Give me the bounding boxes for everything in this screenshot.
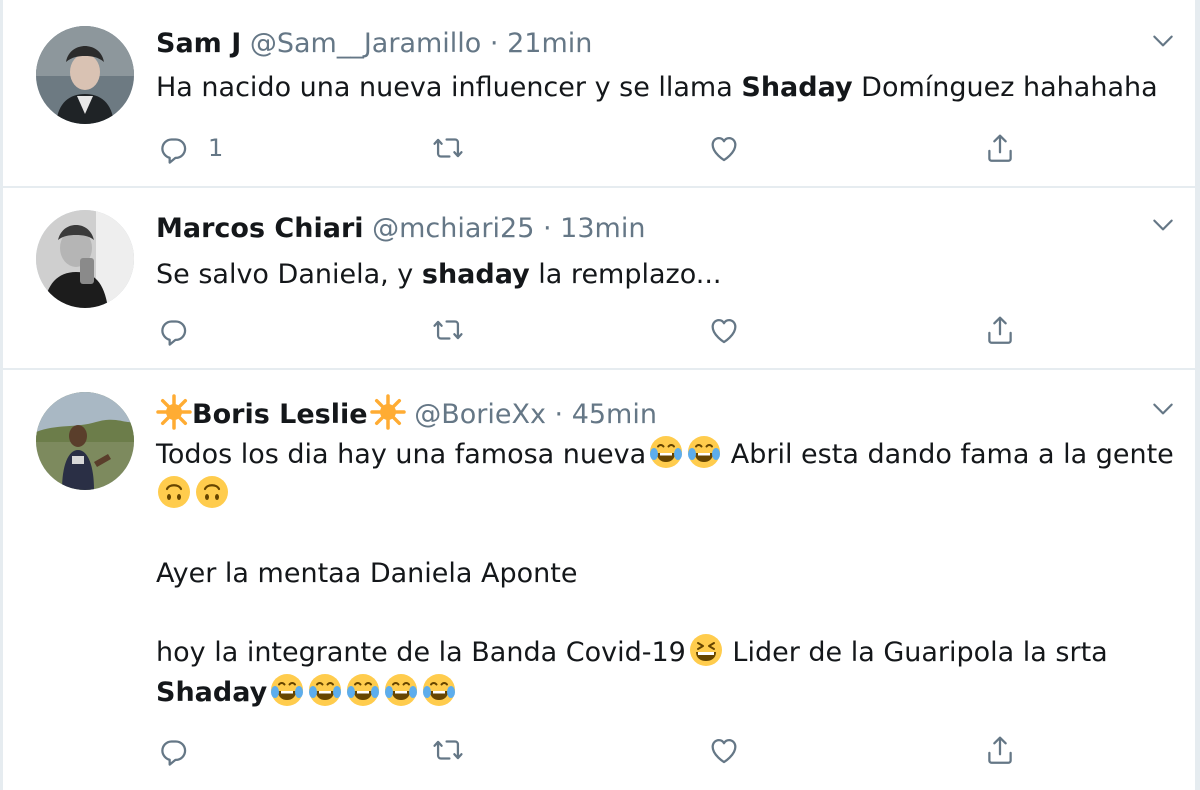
tweet-actions [156, 312, 1036, 348]
display-name[interactable]: Marcos Chiari [156, 213, 364, 244]
profile-photo [36, 210, 134, 308]
profile-photo [36, 392, 134, 490]
retweet-icon [431, 733, 465, 767]
tweet[interactable]: Boris Leslie @BorieXx · 45min Todos los … [0, 370, 1200, 790]
sun-icon [370, 394, 406, 430]
like-button[interactable] [707, 130, 741, 166]
user-handle[interactable]: @Sam__Jaramillo [250, 28, 481, 59]
heart-icon [707, 131, 741, 165]
meta-separator: · [489, 28, 499, 59]
chevron-down-icon[interactable] [1150, 396, 1176, 422]
tweet-text-line: Todos los dia hay una famosa nueva Abril… [156, 434, 1174, 475]
tweet-actions: 1 [156, 130, 1036, 166]
reply-icon [156, 313, 190, 347]
user-handle[interactable]: @BorieXx [414, 399, 546, 430]
chevron-down-icon[interactable] [1150, 28, 1176, 54]
tears-of-joy-icon [686, 434, 722, 470]
timestamp[interactable]: 21min [507, 28, 592, 59]
tweet[interactable]: Marcos Chiari @mchiari25 · 13min Se salv… [0, 188, 1200, 370]
grinning-squinting-face-icon [688, 632, 724, 668]
share-button[interactable] [983, 312, 1017, 348]
highlighted-keyword: Shaday [156, 677, 268, 708]
chevron-down-icon[interactable] [1150, 212, 1176, 238]
share-icon [983, 733, 1017, 767]
reply-button[interactable]: 1 [156, 130, 223, 166]
reply-count: 1 [208, 134, 224, 162]
upside-down-face-icon [156, 474, 192, 510]
display-name[interactable]: Sam J [156, 28, 241, 59]
timestamp[interactable]: 45min [572, 399, 657, 430]
share-icon [983, 313, 1017, 347]
profile-photo [36, 26, 134, 124]
tweet-text-part: Domínguez hahahaha [852, 72, 1158, 103]
tweet-header: Sam J @Sam__Jaramillo · 21min [156, 27, 592, 61]
tweet-feed: Sam J @Sam__Jaramillo · 21min Ha nacido … [0, 0, 1200, 790]
reply-button[interactable] [156, 312, 208, 348]
avatar[interactable] [36, 210, 134, 308]
tweet-text-part: Ayer la mentaa Daniela Aponte [156, 558, 578, 589]
reply-icon [156, 131, 190, 165]
retweet-button[interactable] [431, 732, 465, 768]
upside-down-face-icon [194, 474, 230, 510]
retweet-button[interactable] [431, 312, 465, 348]
retweet-icon [431, 131, 465, 165]
avatar[interactable] [36, 26, 134, 124]
tweet-text-line: hoy la integrante de la Banda Covid-19 L… [156, 632, 1108, 673]
avatar[interactable] [36, 392, 134, 490]
tears-of-joy-icon [345, 672, 381, 708]
share-icon [983, 131, 1017, 165]
tweet-text-part: la remplazo... [529, 259, 722, 290]
meta-separator: · [542, 213, 552, 244]
tears-of-joy-icon [383, 672, 419, 708]
tears-of-joy-icon [421, 672, 457, 708]
tweet-header: Boris Leslie @BorieXx · 45min [156, 394, 657, 432]
feed-right-border [1195, 0, 1200, 790]
timestamp[interactable]: 13min [560, 213, 645, 244]
reply-button[interactable] [156, 732, 208, 768]
tweet-header: Marcos Chiari @mchiari25 · 13min [156, 212, 645, 246]
highlighted-keyword: Shaday [741, 72, 853, 103]
tweet-text-part: Ha nacido una nueva influencer y se llam… [156, 72, 742, 103]
tweet-text: Se salvo Daniela, y shaday la remplazo..… [156, 255, 722, 295]
share-button[interactable] [983, 732, 1017, 768]
tweet[interactable]: Sam J @Sam__Jaramillo · 21min Ha nacido … [0, 0, 1200, 188]
tears-of-joy-icon [269, 672, 305, 708]
reply-icon [156, 733, 190, 767]
tweet-text-part: Lider de la Guaripola la srta [723, 637, 1108, 668]
user-handle[interactable]: @mchiari25 [372, 213, 534, 244]
highlighted-keyword: shaday [421, 259, 530, 290]
heart-icon [707, 313, 741, 347]
retweet-icon [431, 313, 465, 347]
tears-of-joy-icon [307, 672, 343, 708]
heart-icon [707, 733, 741, 767]
like-button[interactable] [707, 312, 741, 348]
tweet-text: Ha nacido una nueva influencer y se llam… [156, 68, 1158, 108]
display-name[interactable]: Boris Leslie [192, 399, 368, 430]
tweet-text-line: Ayer la mentaa Daniela Aponte [156, 554, 577, 594]
retweet-button[interactable] [431, 130, 465, 166]
tweet-text-part: Se salvo Daniela, y [156, 259, 422, 290]
tweet-text-part: Abril esta dando fama a la gente [722, 439, 1174, 470]
tweet-actions [156, 732, 1036, 768]
share-button[interactable] [983, 130, 1017, 166]
sun-icon [156, 394, 192, 430]
tweet-text-line [156, 474, 230, 515]
meta-separator: · [554, 399, 564, 430]
tweet-text-line: Shaday [156, 672, 457, 713]
tweet-text-part: Todos los dia hay una famosa nueva [156, 439, 647, 470]
like-button[interactable] [707, 732, 741, 768]
tweet-text-part: hoy la integrante de la Banda Covid-19 [156, 637, 686, 668]
tears-of-joy-icon [648, 434, 684, 470]
